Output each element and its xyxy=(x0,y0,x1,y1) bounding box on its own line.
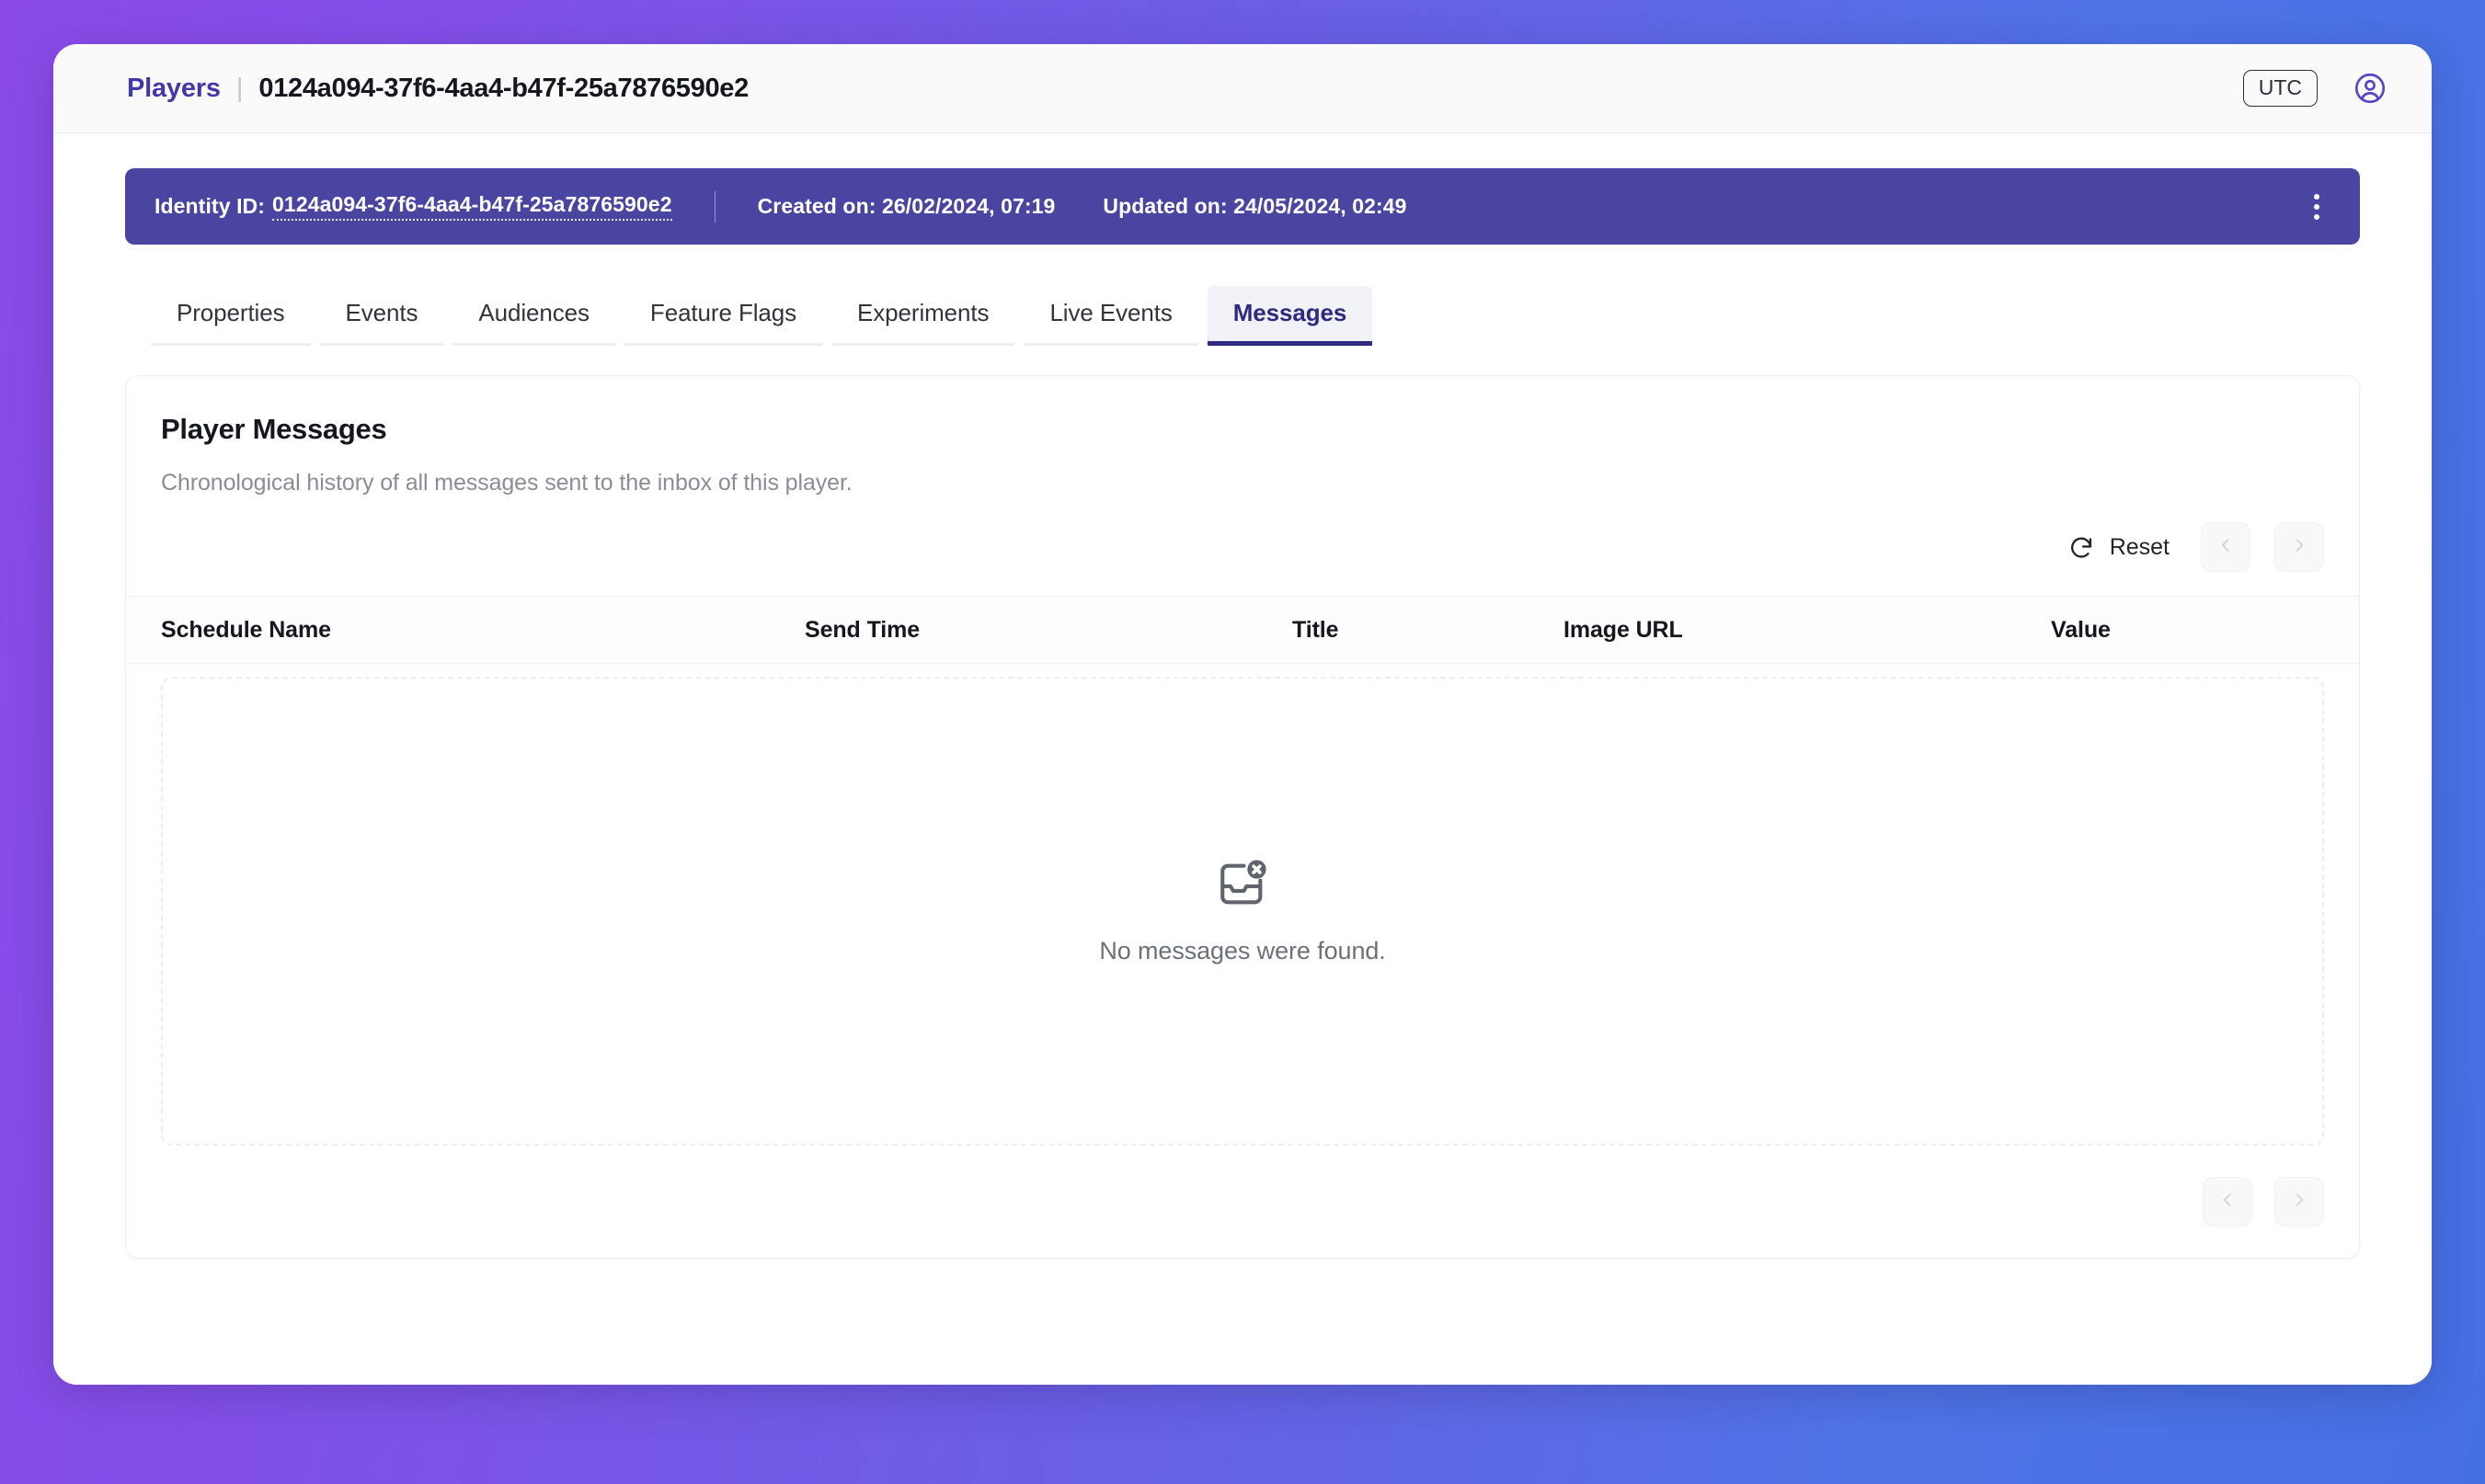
card-toolbar: Reset xyxy=(126,497,2359,596)
player-messages-card: Player Messages Chronological history of… xyxy=(125,375,2360,1259)
main-content: Identity ID: 0124a094-37f6-4aa4-b47f-25a… xyxy=(53,133,2432,1385)
kebab-menu-icon[interactable] xyxy=(2301,187,2332,227)
tab-messages[interactable]: Messages xyxy=(1207,286,1373,346)
column-header-value: Value xyxy=(2051,616,2111,643)
pagination-next-bottom[interactable] xyxy=(2274,1177,2324,1227)
tab-events[interactable]: Events xyxy=(319,286,444,346)
tab-experiments[interactable]: Experiments xyxy=(831,286,1015,346)
tab-feature-flags[interactable]: Feature Flags xyxy=(624,286,823,346)
column-header-send-time: Send Time xyxy=(805,616,921,643)
breadcrumb-players-link[interactable]: Players xyxy=(127,74,221,104)
pagination-prev-top[interactable] xyxy=(2201,522,2250,572)
breadcrumb: Players | 0124a094-37f6-4aa4-b47f-25a787… xyxy=(127,74,749,104)
created-on-text: Created on: 26/02/2024, 07:19 xyxy=(757,194,1056,218)
column-header-schedule-name: Schedule Name xyxy=(161,616,331,643)
reset-button-label: Reset xyxy=(2109,533,2170,560)
chevron-right-icon xyxy=(2290,1191,2308,1214)
card-footer xyxy=(126,1146,2359,1258)
identity-id-value[interactable]: 0124a094-37f6-4aa4-b47f-25a7876590e2 xyxy=(272,192,672,221)
pagination-prev-bottom[interactable] xyxy=(2203,1177,2252,1227)
app-window: Players | 0124a094-37f6-4aa4-b47f-25a787… xyxy=(53,44,2432,1385)
reset-button[interactable]: Reset xyxy=(2061,529,2177,566)
updated-on-text: Updated on: 24/05/2024, 02:49 xyxy=(1103,194,1407,218)
chevron-left-icon xyxy=(2218,1191,2237,1214)
identity-banner: Identity ID: 0124a094-37f6-4aa4-b47f-25a… xyxy=(125,168,2360,245)
breadcrumb-player-id: 0124a094-37f6-4aa4-b47f-25a7876590e2 xyxy=(258,73,749,103)
pagination-next-top[interactable] xyxy=(2274,522,2324,572)
column-header-title: Title xyxy=(1292,616,1339,643)
inbox-x-icon xyxy=(1216,857,1269,910)
table-header-row: Schedule Name Send Time Title Image URL … xyxy=(126,596,2359,664)
tab-bar: Properties Events Audiences Feature Flag… xyxy=(125,286,2360,346)
identity-id-label: Identity ID: xyxy=(155,194,266,218)
identity-banner-divider xyxy=(714,190,716,223)
top-header-actions: UTC xyxy=(2242,70,2388,107)
card-header: Player Messages Chronological history of… xyxy=(126,376,2359,497)
top-header-bar: Players | 0124a094-37f6-4aa4-b47f-25a787… xyxy=(53,44,2432,133)
empty-state-message: No messages were found. xyxy=(1099,937,1386,965)
column-header-image-url: Image URL xyxy=(1563,616,1683,643)
user-circle-icon[interactable] xyxy=(2353,71,2388,106)
chevron-left-icon xyxy=(2216,536,2235,559)
card-subtitle: Chronological history of all messages se… xyxy=(161,470,853,496)
page-title: Player Messages xyxy=(161,413,387,445)
refresh-icon xyxy=(2068,534,2094,560)
tab-audiences[interactable]: Audiences xyxy=(452,286,615,346)
timezone-badge[interactable]: UTC xyxy=(2242,70,2318,107)
empty-state: No messages were found. xyxy=(161,677,2324,1146)
tab-properties[interactable]: Properties xyxy=(151,286,311,346)
breadcrumb-divider: | xyxy=(235,73,244,103)
chevron-right-icon xyxy=(2290,536,2308,559)
tab-live-events[interactable]: Live Events xyxy=(1024,286,1198,346)
